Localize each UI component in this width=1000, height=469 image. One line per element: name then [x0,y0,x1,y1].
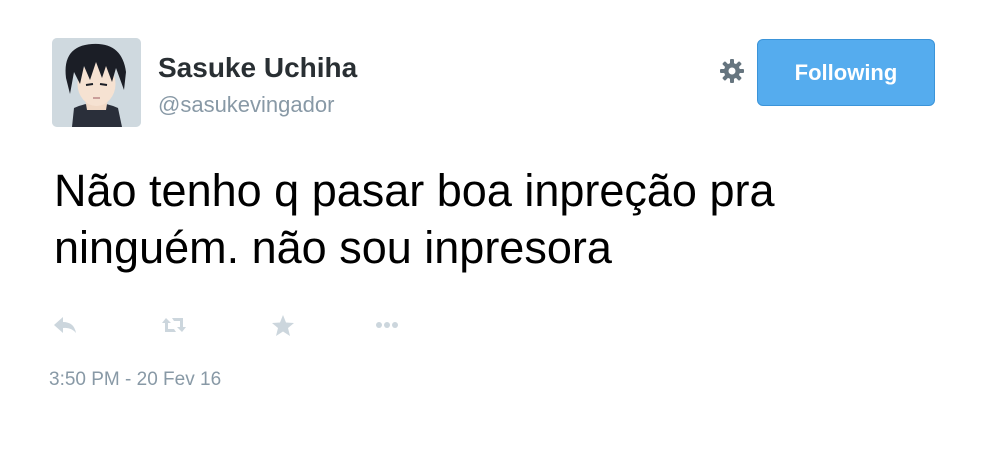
tweet-text: Não tenho q pasar boa inpreção pra ningu… [54,165,775,273]
gear-icon[interactable] [718,57,746,85]
user-handle[interactable]: @sasukevingador [158,92,334,118]
tweet-card: Sasuke Uchiha @sasukevingador Following … [0,0,1000,469]
following-button[interactable]: Following [757,39,935,106]
more-icon[interactable] [374,313,400,337]
user-avatar[interactable] [52,38,141,127]
retweet-icon[interactable] [161,313,187,337]
star-icon[interactable] [270,313,296,337]
tweet-timestamp[interactable]: 3:50 PM - 20 Fev 16 [49,369,221,391]
user-fullname[interactable]: Sasuke Uchiha [158,52,357,84]
reply-icon[interactable] [52,313,78,337]
anime-character-avatar-icon [52,38,141,127]
